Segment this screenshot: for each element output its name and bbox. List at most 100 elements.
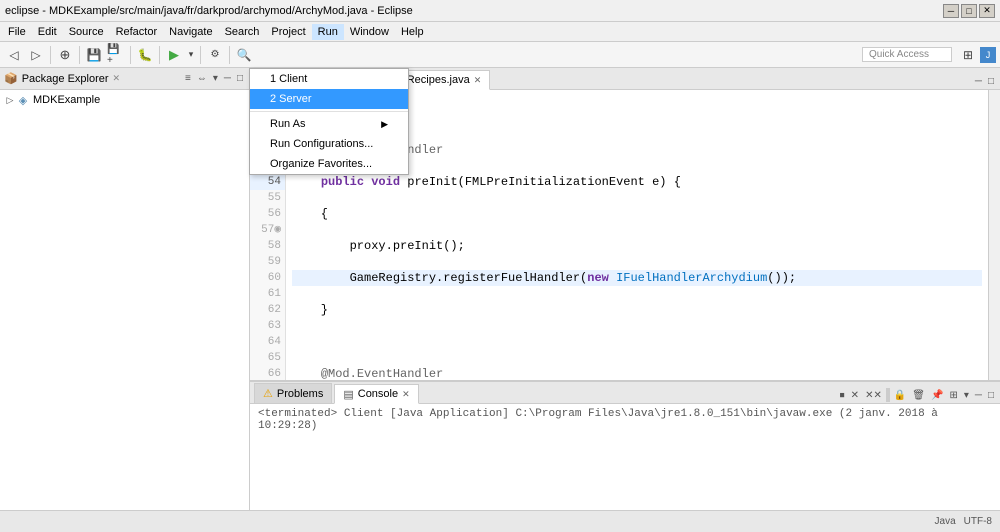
line-66: 66 (250, 366, 285, 380)
editor-maximize-btn[interactable]: □ (986, 76, 996, 87)
main-area: 📦 Package Explorer ✕ ≡ ⇔ ▾ ─ □ ▷ ◈ MDKEx… (0, 68, 1000, 510)
menu-source[interactable]: Source (63, 24, 110, 40)
editor-minimize-btn[interactable]: ─ (973, 76, 984, 87)
editor-scrollbar[interactable] (988, 90, 1000, 380)
quick-access-input[interactable]: Quick Access (862, 47, 952, 62)
menu-file[interactable]: File (2, 24, 32, 40)
panel-controls: ≡ ⇔ ▾ ─ □ (183, 73, 245, 84)
run-dropdown-menu: 1 Client 2 Server Run As ▶ Run Configura… (249, 68, 409, 175)
package-explorer-label: Package Explorer (22, 73, 109, 85)
collapse-all-button[interactable]: ≡ (183, 73, 193, 84)
maximize-panel-button[interactable]: □ (235, 73, 245, 84)
menu-search[interactable]: Search (219, 24, 266, 40)
clear-console-button[interactable]: 🗑 (910, 390, 927, 401)
console-terminated-text: <terminated> Client [Java Application] C… (258, 408, 992, 432)
run-organize-label: Organize Favorites... (270, 158, 372, 170)
bottom-tabs: ⚠ Problems ▤ Console ✕ ⏹ ✕ ✕✕ 🔒 🗑 (250, 382, 1000, 404)
menu-help[interactable]: Help (395, 24, 430, 40)
tab-console-label: Console (358, 388, 398, 400)
status-encoding: UTF-8 (964, 516, 992, 527)
tab-modrecipes-close[interactable]: ✕ (474, 75, 482, 86)
line-54: 54 (250, 174, 285, 190)
menu-window[interactable]: Window (344, 24, 395, 40)
code-line-51: public void preInit(FMLPreInitialization… (292, 174, 982, 190)
run-config-label: Run Configurations... (270, 138, 373, 150)
forward-button[interactable]: ▷ (26, 45, 46, 65)
status-right: Java UTF-8 (935, 516, 992, 527)
save-button[interactable]: 💾 (84, 45, 104, 65)
minimize-button[interactable]: ─ (943, 4, 959, 18)
line-60: 60 (250, 270, 285, 286)
bottom-tab-group: ⚠ Problems ▤ Console ✕ (254, 383, 421, 403)
remove-all-button[interactable]: ✕✕ (863, 390, 884, 401)
toolbar-separator-1 (50, 46, 51, 64)
run-menu-server[interactable]: 2 Server (250, 89, 408, 109)
code-line-56 (292, 334, 982, 350)
menu-bar: File Edit Source Refactor Navigate Searc… (0, 22, 1000, 42)
code-line-54: GameRegistry.registerFuelHandler(new IFu… (292, 270, 982, 286)
title-controls: ─ □ ✕ (943, 4, 995, 18)
code-line-55: } (292, 302, 982, 318)
open-console-button[interactable]: ⊞ (947, 390, 959, 401)
line-65: 65 (250, 350, 285, 366)
new-button[interactable]: ⊕ (55, 45, 75, 65)
remove-launch-button[interactable]: ✕ (849, 390, 861, 401)
package-explorer-title: 📦 Package Explorer ✕ (4, 72, 120, 85)
menu-run[interactable]: Run (312, 24, 344, 40)
link-editor-button[interactable]: ⇔ (195, 73, 209, 84)
pin-console-button[interactable]: 📌 (929, 390, 945, 401)
run-dropdown-button[interactable]: ▾ (186, 45, 196, 65)
code-line-53: proxy.preInit(); (292, 238, 982, 254)
tree-label-mdkexample: MDKExample (33, 94, 100, 106)
run-menu-organize[interactable]: Organize Favorites... (250, 154, 408, 174)
open-perspective-button[interactable]: J (980, 47, 996, 63)
line-62: 62 (250, 302, 285, 318)
close-button[interactable]: ✕ (979, 4, 995, 18)
menu-project[interactable]: Project (265, 24, 311, 40)
run-menu-run-as[interactable]: Run As ▶ (250, 114, 408, 134)
minimize-panel-button[interactable]: ─ (222, 73, 233, 84)
package-explorer-icon: 📦 (4, 72, 18, 85)
build-button[interactable]: ⚙ (205, 45, 225, 65)
run-menu-configurations[interactable]: Run Configurations... (250, 134, 408, 154)
menu-edit[interactable]: Edit (32, 24, 63, 40)
toolbar-separator-2 (79, 46, 80, 64)
run-button[interactable]: ▶ (164, 45, 184, 65)
toolbar-separator-6 (229, 46, 230, 64)
status-bar: Java UTF-8 (0, 510, 1000, 532)
project-icon: ◈ (16, 93, 30, 107)
tab-console-close[interactable]: ✕ (402, 389, 410, 400)
line-64: 64 (250, 334, 285, 350)
status-perspective: Java (935, 516, 956, 527)
run-client-label: 1 Client (270, 73, 307, 85)
terminate-button[interactable]: ⏹ (838, 390, 847, 401)
tree-item-mdkexample[interactable]: ▷ ◈ MDKExample (2, 92, 247, 108)
perspective-button[interactable]: ⊞ (958, 45, 978, 65)
run-as-arrow: ▶ (381, 119, 388, 130)
tab-console[interactable]: ▤ Console ✕ (334, 384, 418, 404)
toolbar: ◁ ▷ ⊕ 💾 💾+ 🐛 ▶ ▾ ⚙ 🔍 Quick Access ⊞ J (0, 42, 1000, 68)
scroll-lock-button[interactable]: 🔒 (892, 390, 908, 401)
bottom-maximize-btn[interactable]: □ (986, 390, 996, 401)
code-line-52: { (292, 206, 982, 222)
line-59: 59 (250, 254, 285, 270)
run-server-label: 2 Server (270, 93, 312, 105)
toolbar-separator-5 (200, 46, 201, 64)
menu-navigate[interactable]: Navigate (163, 24, 218, 40)
panel-menu-button[interactable]: ▾ (211, 73, 220, 84)
tab-problems[interactable]: ⚠ Problems (254, 383, 332, 403)
run-menu-sep-1 (250, 111, 408, 112)
console-separator (886, 388, 890, 402)
console-menu-button[interactable]: ▾ (962, 390, 971, 401)
menu-refactor[interactable]: Refactor (110, 24, 164, 40)
problems-icon: ⚠ (263, 387, 273, 400)
search-button[interactable]: 🔍 (234, 45, 254, 65)
back-button[interactable]: ◁ (4, 45, 24, 65)
maximize-button[interactable]: □ (961, 4, 977, 18)
bottom-minimize-btn[interactable]: ─ (973, 390, 984, 401)
debug-button[interactable]: 🐛 (135, 45, 155, 65)
save-all-button[interactable]: 💾+ (106, 45, 126, 65)
run-menu-client[interactable]: 1 Client (250, 69, 408, 89)
line-56: 56 (250, 206, 285, 222)
console-content: <terminated> Client [Java Application] C… (250, 404, 1000, 510)
